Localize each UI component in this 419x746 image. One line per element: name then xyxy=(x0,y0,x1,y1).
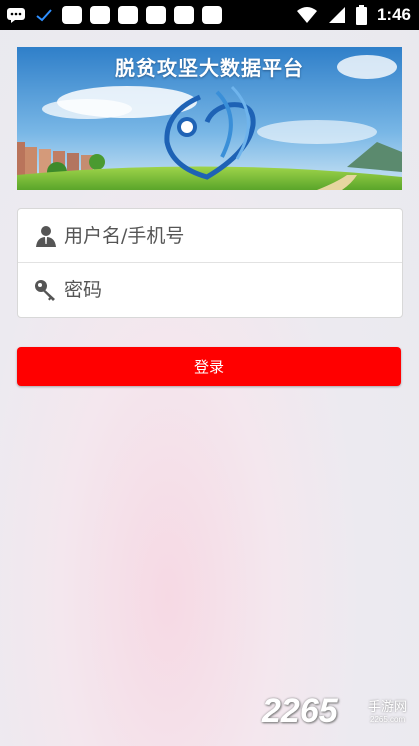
notification-icon xyxy=(118,6,138,24)
login-button[interactable]: 登录 xyxy=(17,347,401,386)
system-tray: 1:46 xyxy=(296,5,411,25)
chat-icon xyxy=(7,8,25,23)
watermark-number: 2265 xyxy=(262,692,338,730)
notification-icon xyxy=(90,6,110,24)
clock: 1:46 xyxy=(376,5,411,24)
status-bar: 1:46 xyxy=(0,0,419,30)
notification-icon xyxy=(146,6,166,24)
notification-icon xyxy=(174,6,194,24)
notification-icon xyxy=(62,6,82,24)
signal-icon xyxy=(328,7,345,23)
watermark-url: 2265.com xyxy=(370,715,406,724)
watermark-text: 手游网 xyxy=(368,700,408,715)
user-icon xyxy=(36,225,56,247)
login-form xyxy=(17,208,403,318)
username-input[interactable] xyxy=(64,224,364,247)
notification-area xyxy=(6,6,222,24)
app-title: 脱贫攻坚大数据平台 xyxy=(115,56,304,80)
key-icon xyxy=(35,279,55,301)
watermark: 2265 手游网 2265.com xyxy=(262,692,412,732)
check-icon xyxy=(36,9,52,22)
password-row xyxy=(18,263,402,316)
username-row xyxy=(18,209,402,263)
battery-icon xyxy=(355,5,367,25)
password-input[interactable] xyxy=(64,278,364,301)
header-banner: 脱贫攻坚大数据平台 xyxy=(17,47,402,190)
notification-icon xyxy=(202,6,222,24)
wifi-icon xyxy=(296,7,317,23)
